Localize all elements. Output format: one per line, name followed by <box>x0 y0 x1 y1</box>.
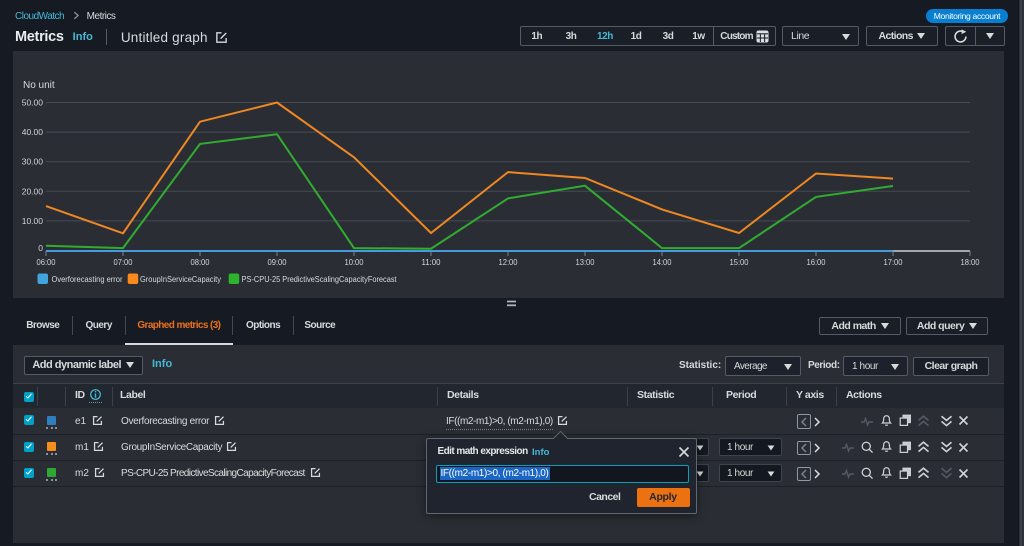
svg-text:18:00: 18:00 <box>961 257 980 267</box>
svg-text:14:00: 14:00 <box>653 257 672 267</box>
svg-text:Overforecasting error: Overforecasting error <box>52 274 123 284</box>
svg-text:08:00: 08:00 <box>191 257 210 267</box>
svg-text:15:00: 15:00 <box>730 257 749 267</box>
svg-text:10:00: 10:00 <box>345 257 364 267</box>
svg-text:12:00: 12:00 <box>499 257 518 267</box>
svg-text:GroupInServiceCapacity: GroupInServiceCapacity <box>140 274 222 284</box>
svg-text:0: 0 <box>38 243 43 253</box>
svg-text:PS-CPU-25 PredictiveScalingCap: PS-CPU-25 PredictiveScalingCapacityForec… <box>242 274 398 284</box>
svg-text:30.00: 30.00 <box>22 157 44 167</box>
svg-text:40.00: 40.00 <box>22 127 44 137</box>
svg-text:13:00: 13:00 <box>576 257 595 267</box>
svg-text:17:00: 17:00 <box>884 257 903 267</box>
svg-text:20.00: 20.00 <box>22 186 44 196</box>
svg-text:10.00: 10.00 <box>22 216 44 226</box>
svg-text:07:00: 07:00 <box>114 257 133 267</box>
svg-text:11:00: 11:00 <box>422 257 441 267</box>
svg-text:16:00: 16:00 <box>807 257 826 267</box>
svg-text:09:00: 09:00 <box>268 257 287 267</box>
svg-text:06:00: 06:00 <box>37 257 56 267</box>
svg-text:50.00: 50.00 <box>22 98 44 108</box>
